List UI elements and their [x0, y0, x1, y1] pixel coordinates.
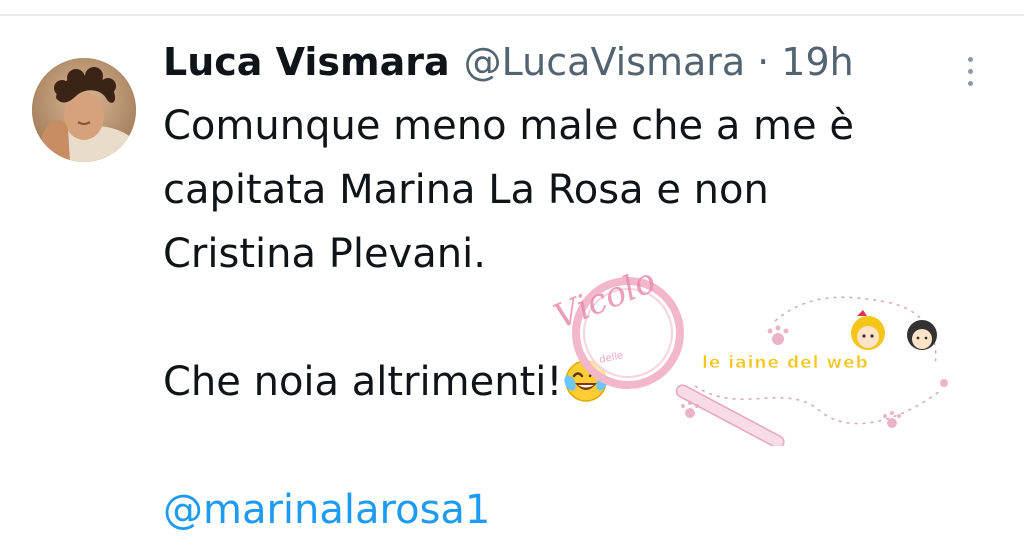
tweet-line: capitata Marina La Rosa e non	[163, 167, 769, 213]
tweet-line: Comunque meno male che a me è	[163, 103, 854, 149]
tweet-text: Comunque meno male che a me è capitata M…	[163, 94, 983, 542]
face-with-tears-of-joy-icon	[564, 360, 609, 402]
author-handle[interactable]: @LucaVismara	[464, 38, 746, 86]
tweet-card[interactable]: Luca Vismara @LucaVismara · 19h Comunque…	[0, 16, 1024, 546]
tweet-line-empty	[163, 286, 983, 350]
tweet-line-text: Che noia altrimenti!	[163, 359, 563, 405]
more-vertical-icon	[967, 56, 973, 62]
tweet-header: Luca Vismara @LucaVismara · 19h	[163, 38, 854, 86]
timestamp[interactable]: 19h	[781, 38, 853, 86]
mention-link[interactable]: @marinalarosa1	[163, 478, 983, 542]
tweet-line: Cristina Plevani.	[163, 231, 486, 277]
tweet-line: Che noia altrimenti!	[163, 350, 983, 414]
author-name[interactable]: Luca Vismara	[163, 38, 450, 86]
avatar[interactable]	[32, 58, 136, 162]
separator: ·	[757, 40, 770, 84]
more-options-button[interactable]	[958, 46, 982, 96]
tweet-line-empty	[163, 414, 983, 478]
